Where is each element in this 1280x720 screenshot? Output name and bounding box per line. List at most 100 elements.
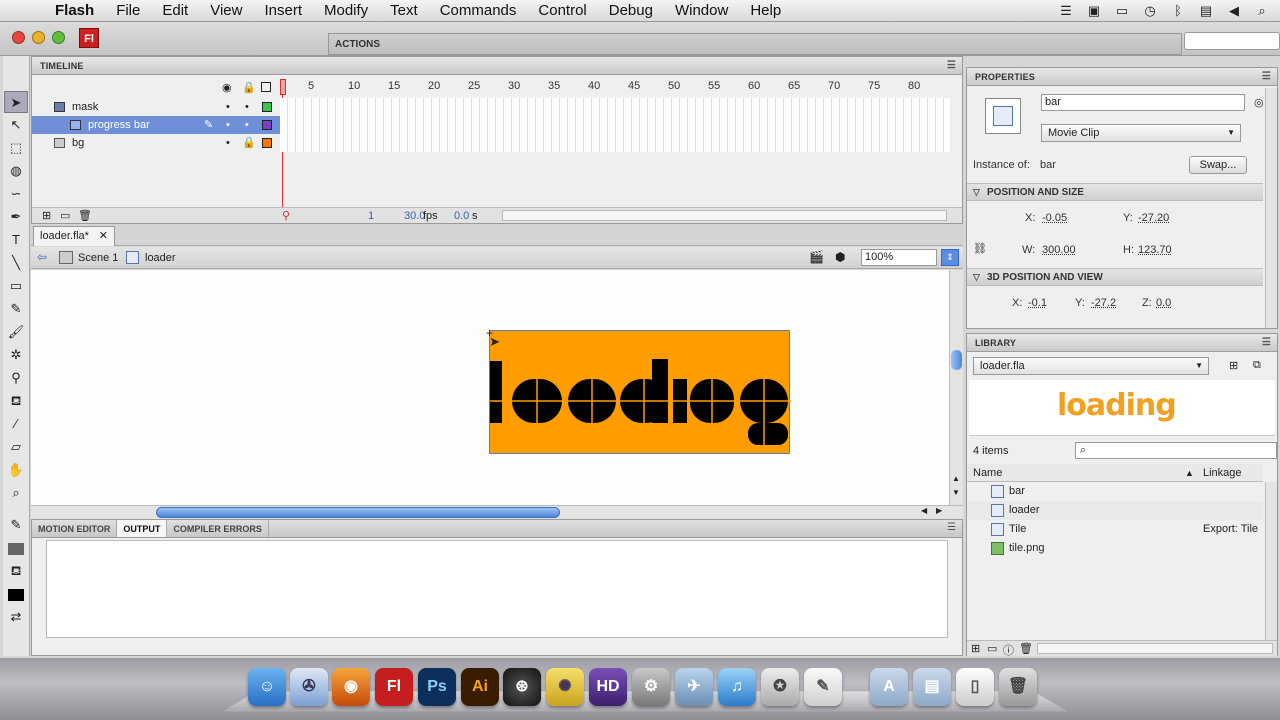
library-search-input[interactable]: ⌕ bbox=[1075, 442, 1277, 459]
stage-hscroll[interactable]: ◀ ▶ bbox=[31, 505, 963, 519]
lasso-tool-icon[interactable]: ∽ bbox=[4, 183, 28, 205]
breadcrumb-scene[interactable]: Scene 1 bbox=[78, 252, 118, 264]
new-layer-icon[interactable]: ⊞ bbox=[42, 209, 51, 222]
timeline-hscroll[interactable] bbox=[502, 210, 947, 221]
visibility-dot[interactable]: • bbox=[226, 116, 230, 134]
document-icon[interactable]: ▯ bbox=[956, 668, 994, 706]
textedit-icon[interactable]: ✎ bbox=[804, 668, 842, 706]
delete-layer-icon[interactable]: 🗑 bbox=[78, 209, 92, 222]
edit-symbols-icon[interactable]: ⬢ bbox=[835, 250, 845, 264]
z3-value[interactable]: 0.0 bbox=[1156, 297, 1171, 309]
h-value[interactable]: 123.70 bbox=[1138, 244, 1172, 256]
y-value[interactable]: -27.20 bbox=[1138, 212, 1169, 224]
spotlight-icon[interactable]: ⌕ bbox=[1254, 4, 1270, 18]
subselection-tool-icon[interactable]: ↖ bbox=[4, 114, 28, 136]
brush-tool-icon[interactable]: 🖌 bbox=[4, 321, 28, 343]
library-item[interactable]: tile.png bbox=[967, 539, 1263, 558]
tab-motion-editor[interactable]: MOTION EDITOR bbox=[32, 520, 118, 537]
library-item[interactable]: Tile Export: Tile bbox=[967, 520, 1263, 539]
fill-color-icon[interactable]: ⛾ bbox=[4, 560, 28, 582]
scroll-down-icon[interactable]: ▼ bbox=[952, 488, 960, 497]
stroke-color-icon[interactable]: ✎ bbox=[4, 514, 28, 536]
eye-icon[interactable]: ◉ bbox=[222, 81, 232, 94]
text-tool-icon[interactable]: T bbox=[4, 229, 28, 251]
library-item[interactable]: bar bbox=[967, 482, 1263, 501]
library-header[interactable]: LIBRARY ☰ bbox=[967, 334, 1277, 352]
menu-commands[interactable]: Commands bbox=[429, 2, 528, 19]
app-icon[interactable]: ✪ bbox=[761, 668, 799, 706]
pin-icon[interactable]: ⊞ bbox=[1229, 359, 1238, 372]
line-tool-icon[interactable]: ╲ bbox=[4, 252, 28, 274]
library-file-select[interactable]: loader.fla ▼ bbox=[973, 357, 1209, 375]
library-vscroll[interactable] bbox=[1265, 482, 1277, 642]
layer-color-swatch[interactable] bbox=[262, 138, 272, 148]
tab-compiler-errors[interactable]: COMPILER ERRORS bbox=[167, 520, 269, 537]
lock-icon[interactable]: 🔒 bbox=[242, 81, 256, 94]
hscroll-thumb[interactable] bbox=[156, 507, 560, 518]
document-tab[interactable]: loader.fla* ✕ bbox=[33, 226, 115, 246]
instance-name-input[interactable]: bar bbox=[1041, 94, 1245, 111]
swap-colors-icon[interactable]: ⇄ bbox=[4, 606, 28, 628]
col-name[interactable]: Name bbox=[973, 464, 1002, 482]
stage[interactable]: + ➤ bbox=[31, 270, 949, 505]
pen-tool-icon[interactable]: ✒ bbox=[4, 206, 28, 228]
breadcrumb-symbol[interactable]: loader bbox=[145, 252, 176, 264]
illustrator-icon[interactable]: Ai bbox=[461, 668, 499, 706]
firefox-icon[interactable]: ◉ bbox=[332, 668, 370, 706]
fill-swatch-icon[interactable] bbox=[4, 583, 28, 605]
close-icon[interactable] bbox=[12, 31, 25, 44]
new-folder-icon[interactable]: ▭ bbox=[987, 642, 997, 655]
system-preferences-icon[interactable]: ⚙ bbox=[632, 668, 670, 706]
finder-icon[interactable]: ☺ bbox=[248, 668, 286, 706]
vscroll-thumb[interactable] bbox=[951, 350, 962, 370]
swap-button[interactable]: Swap... bbox=[1189, 156, 1247, 174]
playhead[interactable] bbox=[280, 79, 286, 95]
panel-menu-icon[interactable]: ☰ bbox=[1262, 334, 1271, 352]
sort-icon[interactable]: ▲ bbox=[1185, 464, 1194, 482]
output-text-area[interactable] bbox=[46, 540, 948, 638]
app-icon[interactable]: ✈ bbox=[675, 668, 713, 706]
outline-icon[interactable] bbox=[261, 82, 271, 92]
timeline-header[interactable]: TIMELINE ☰ bbox=[32, 57, 962, 75]
lock-dot[interactable]: • bbox=[245, 98, 249, 116]
app-icon[interactable]: ⊛ bbox=[503, 668, 541, 706]
visibility-dot[interactable]: • bbox=[226, 98, 230, 116]
layer-color-swatch[interactable] bbox=[262, 120, 272, 130]
menu-text[interactable]: Text bbox=[379, 2, 429, 19]
menu-debug[interactable]: Debug bbox=[598, 2, 664, 19]
list-icon[interactable]: ☰ bbox=[1058, 4, 1074, 18]
applications-folder-icon[interactable]: A bbox=[870, 668, 908, 706]
properties-icon[interactable]: ⓘ bbox=[1003, 642, 1014, 658]
w-value[interactable]: 300.00 bbox=[1042, 244, 1076, 256]
center-frame-icon[interactable]: ⚲ bbox=[282, 209, 290, 222]
frame-row[interactable] bbox=[280, 98, 950, 116]
back-arrow-icon[interactable]: ⇦ bbox=[37, 250, 47, 264]
panel-menu-icon[interactable]: ☰ bbox=[947, 522, 956, 533]
x-value[interactable]: -0.05 bbox=[1042, 212, 1067, 224]
properties-header[interactable]: PROPERTIES ☰ bbox=[967, 68, 1277, 86]
menu-view[interactable]: View bbox=[199, 2, 253, 19]
layer-row[interactable]: mask • • bbox=[32, 98, 280, 116]
frame-row[interactable] bbox=[280, 134, 950, 152]
edit-scene-icon[interactable]: 🎬 bbox=[809, 250, 824, 264]
position-size-section[interactable]: POSITION AND SIZE bbox=[967, 183, 1263, 201]
scroll-left-icon[interactable]: ◀ bbox=[921, 506, 927, 515]
time-machine-icon[interactable]: ◷ bbox=[1142, 4, 1158, 18]
zoom-icon[interactable] bbox=[52, 31, 65, 44]
new-library-icon[interactable]: ⧉ bbox=[1253, 359, 1261, 372]
menu-modify[interactable]: Modify bbox=[313, 2, 379, 19]
deco-tool-icon[interactable]: ✲ bbox=[4, 344, 28, 366]
itunes-icon[interactable]: ♫ bbox=[718, 668, 756, 706]
flash-dock-icon[interactable]: Fl bbox=[375, 668, 413, 706]
layer-row[interactable]: progress bar ✎ • • bbox=[32, 116, 280, 134]
flag-icon[interactable]: ▤ bbox=[1198, 4, 1214, 18]
col-linkage[interactable]: Linkage bbox=[1203, 464, 1242, 482]
progress-bar-clip[interactable] bbox=[489, 330, 791, 454]
panel-menu-icon[interactable]: ☰ bbox=[947, 57, 956, 75]
search-input[interactable] bbox=[1184, 32, 1280, 50]
free-transform-tool-icon[interactable]: ⬚ bbox=[4, 137, 28, 159]
properties-scrollbar[interactable] bbox=[1265, 88, 1277, 328]
actions-panel-header[interactable]: ACTIONS bbox=[328, 33, 1182, 55]
3d-rotation-tool-icon[interactable]: ◍ bbox=[4, 160, 28, 182]
new-symbol-icon[interactable]: ⊞ bbox=[971, 642, 980, 655]
